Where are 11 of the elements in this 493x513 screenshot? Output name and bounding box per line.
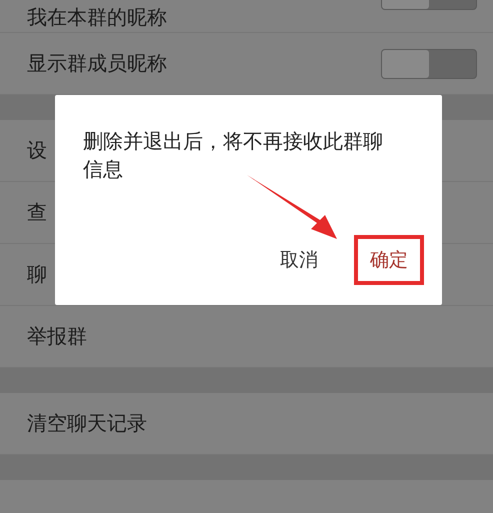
row-label: 清空聊天记录 <box>27 410 147 437</box>
row-label: 设 <box>27 137 47 164</box>
row-label: 聊 <box>27 261 47 288</box>
row-label: 我在本群的昵称 <box>27 4 167 31</box>
settings-row[interactable]: 我在本群的昵称 <box>0 0 493 33</box>
row-label: 显示群成员昵称 <box>27 50 167 77</box>
row-label: 查 <box>27 199 47 226</box>
dialog-message: 删除并退出后，将不再接收此群聊信息 <box>83 128 384 183</box>
toggle-switch[interactable] <box>381 48 477 78</box>
row-label: 举报群 <box>27 323 87 350</box>
confirm-button[interactable]: 确定 <box>354 235 424 285</box>
